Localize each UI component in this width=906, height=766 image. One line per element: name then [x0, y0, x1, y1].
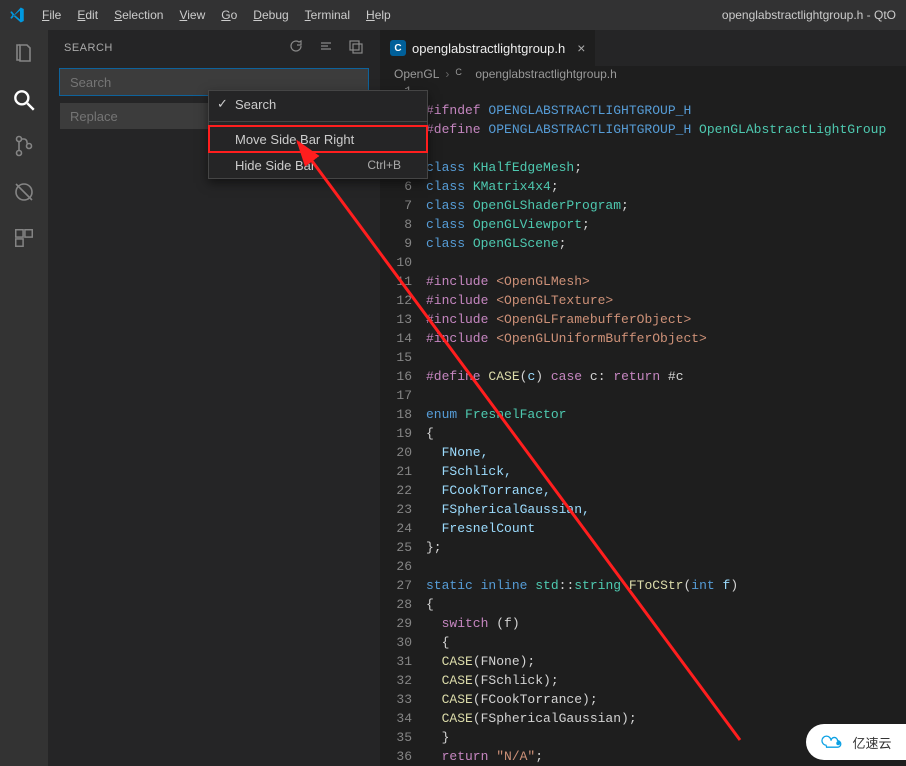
line-number: 36 [380, 747, 412, 766]
tab-bar: C openglabstractlightgroup.h × [380, 30, 906, 66]
close-icon[interactable]: × [577, 40, 585, 56]
line-number: 18 [380, 405, 412, 424]
ctx-move-label: Move Side Bar Right [235, 132, 354, 147]
code-content[interactable]: #ifndef OPENGLABSTRACTLIGHTGROUP_H #defi… [426, 82, 906, 766]
line-number: 19 [380, 424, 412, 443]
line-number: 10 [380, 253, 412, 272]
ctx-hide-shortcut: Ctrl+B [367, 158, 401, 172]
line-number: 33 [380, 690, 412, 709]
ctx-hide-sidebar[interactable]: Hide Side Bar Ctrl+B [209, 152, 427, 178]
line-number: 30 [380, 633, 412, 652]
line-number: 9 [380, 234, 412, 253]
line-number: 12 [380, 291, 412, 310]
menu-selection[interactable]: Selection [106, 0, 171, 30]
line-number: 27 [380, 576, 412, 595]
ctx-move-sidebar-right[interactable]: Move Side Bar Right [209, 126, 427, 152]
tab-label: openglabstractlightgroup.h [412, 41, 565, 56]
menu-help[interactable]: Help [358, 0, 399, 30]
watermark-badge: 亿速云 [806, 724, 906, 760]
line-number: 34 [380, 709, 412, 728]
menu-file[interactable]: FFileile [34, 0, 69, 30]
vscode-icon [0, 0, 34, 30]
sidebar-context-menu: Search Move Side Bar Right Hide Side Bar… [208, 90, 428, 179]
line-number: 31 [380, 652, 412, 671]
chevron-right-icon: › [445, 67, 449, 81]
line-number: 22 [380, 481, 412, 500]
c-file-icon: C [455, 67, 469, 81]
line-number: 8 [380, 215, 412, 234]
c-file-icon: C [390, 40, 406, 56]
line-number: 28 [380, 595, 412, 614]
menu-edit[interactable]: Edit [69, 0, 106, 30]
line-number: 11 [380, 272, 412, 291]
breadcrumb-file[interactable]: openglabstractlightgroup.h [475, 67, 616, 81]
line-number: 20 [380, 443, 412, 462]
tab-openglabstractlightgroup[interactable]: C openglabstractlightgroup.h × [380, 30, 595, 66]
files-icon[interactable] [10, 40, 38, 68]
line-number: 24 [380, 519, 412, 538]
ctx-separator [209, 121, 427, 122]
breadcrumb-folder[interactable]: OpenGL [394, 67, 439, 81]
watermark-text: 亿速云 [852, 733, 891, 752]
menu-go[interactable]: Go [213, 0, 245, 30]
line-number: 26 [380, 557, 412, 576]
activity-bar [0, 30, 48, 766]
extensions-icon[interactable] [10, 224, 38, 252]
search-icon[interactable] [10, 86, 38, 114]
refresh-icon[interactable] [288, 38, 304, 57]
line-number: 15 [380, 348, 412, 367]
editor-area: C openglabstractlightgroup.h × OpenGL › … [380, 30, 906, 766]
line-number: 35 [380, 728, 412, 747]
line-number: 23 [380, 500, 412, 519]
title-bar: FFileile Edit Selection View Go Debug Te… [0, 0, 906, 30]
line-number: 25 [380, 538, 412, 557]
line-number: 6 [380, 177, 412, 196]
line-number: 21 [380, 462, 412, 481]
line-number: 17 [380, 386, 412, 405]
code-editor[interactable]: 1 2 3 4 5 6 7 8 9 10 11 12 13 14 15 16 1… [380, 82, 906, 766]
line-gutter: 1 2 3 4 5 6 7 8 9 10 11 12 13 14 15 16 1… [380, 82, 426, 766]
menu-view[interactable]: View [171, 0, 213, 30]
main-menu: FFileile Edit Selection View Go Debug Te… [34, 0, 399, 30]
source-control-icon[interactable] [10, 132, 38, 160]
line-number: 32 [380, 671, 412, 690]
sidebar-title: SEARCH [64, 42, 113, 54]
sidebar-header: SEARCH [48, 30, 380, 65]
window-title: openglabstractlightgroup.h - QtO [399, 8, 906, 22]
debug-icon[interactable] [10, 178, 38, 206]
line-number: 13 [380, 310, 412, 329]
menu-terminal[interactable]: Terminal [297, 0, 358, 30]
collapse-icon[interactable] [318, 38, 334, 57]
line-number: 7 [380, 196, 412, 215]
ctx-hide-label: Hide Side Bar [235, 158, 315, 173]
search-sidebar: SEARCH Search Move Side Bar Right Hide S… [48, 30, 380, 766]
line-number: 16 [380, 367, 412, 386]
menu-debug[interactable]: Debug [245, 0, 296, 30]
line-number: 14 [380, 329, 412, 348]
line-number: 29 [380, 614, 412, 633]
ctx-search[interactable]: Search [209, 91, 427, 117]
clear-icon[interactable] [348, 38, 364, 57]
sidebar-actions [288, 38, 364, 57]
breadcrumb[interactable]: OpenGL › C openglabstractlightgroup.h [380, 66, 906, 82]
ctx-search-label: Search [235, 97, 276, 112]
